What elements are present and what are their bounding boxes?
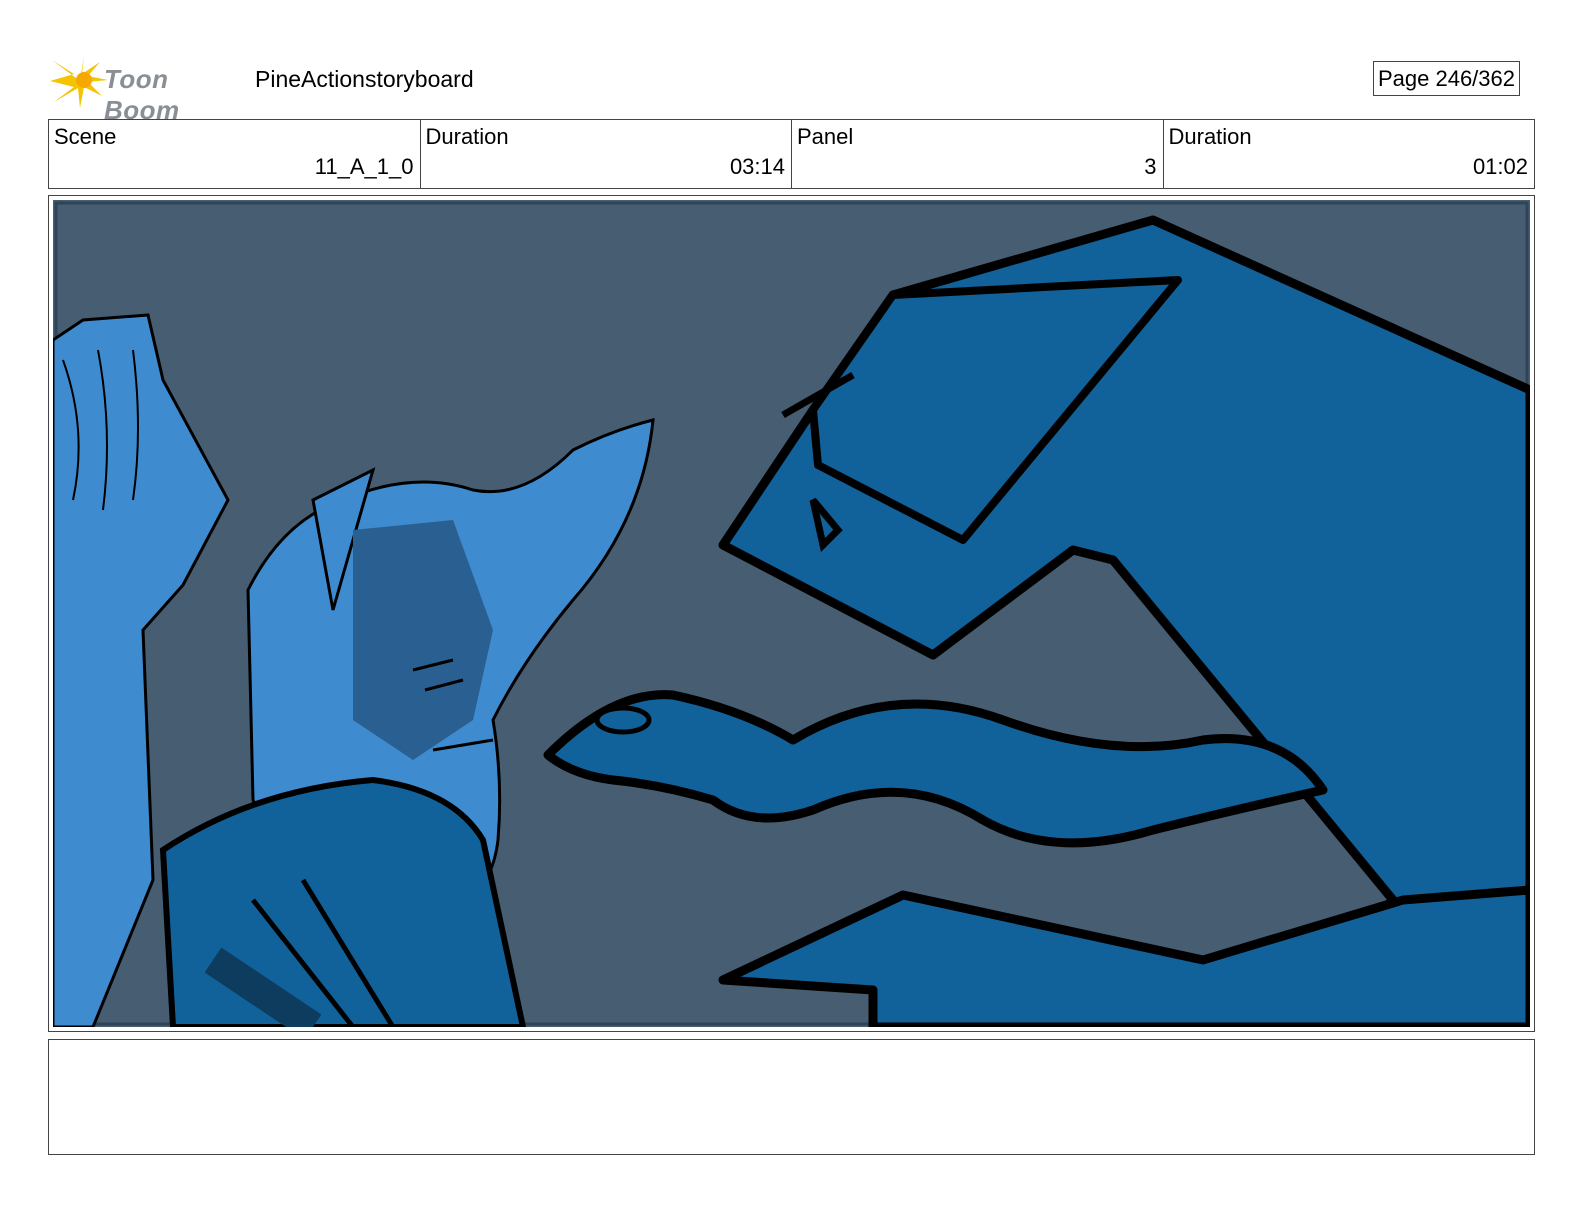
page-indicator: Page 246/362	[1373, 61, 1520, 96]
scene-label: Scene	[54, 124, 117, 149]
panel-illustration	[53, 201, 1530, 1027]
scene-cell: Scene 11_A_1_0	[49, 120, 421, 188]
panel-duration-label: Duration	[1168, 124, 1252, 149]
scene-duration-label: Duration	[425, 124, 509, 149]
scene-duration-value: 03:14	[729, 154, 785, 179]
starburst-icon	[50, 56, 108, 108]
storyboard-panel-frame	[48, 195, 1535, 1032]
panel-notes-area	[48, 1039, 1535, 1155]
panel-duration-cell: Duration 01:02	[1164, 120, 1535, 188]
logo-wordmark: Toon Boom	[104, 64, 180, 125]
panel-artwork	[53, 200, 1530, 1027]
toon-boom-logo: Toon Boom	[50, 54, 240, 125]
scene-duration-cell: Duration 03:14	[421, 120, 792, 188]
scene-value: 11_A_1_0	[314, 154, 414, 179]
project-title: PineActionstoryboard	[255, 66, 474, 92]
panel-label: Panel	[797, 124, 854, 149]
panel-duration-value: 01:02	[1472, 154, 1528, 179]
scene-info-table: Scene 11_A_1_0 Duration 03:14 Panel 3 Du…	[48, 119, 1535, 189]
panel-cell: Panel 3	[792, 120, 1164, 188]
panel-value: 3	[1144, 154, 1157, 179]
